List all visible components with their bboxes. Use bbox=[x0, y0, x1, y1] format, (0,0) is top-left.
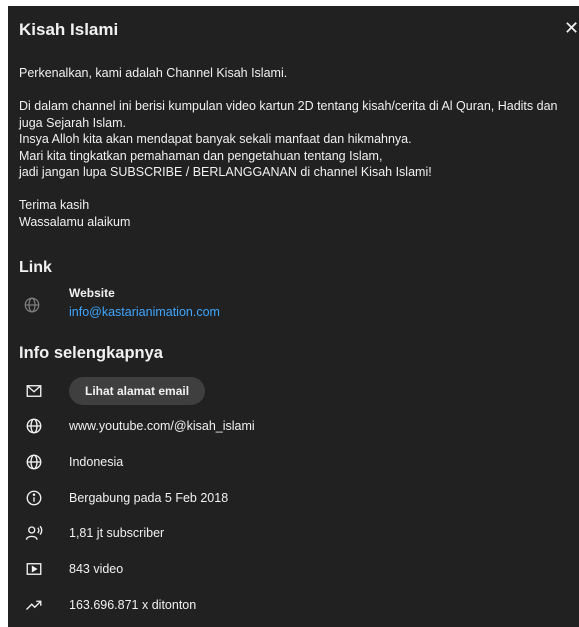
info-row-email: Lihat alamat email bbox=[19, 377, 559, 405]
website-link[interactable]: info@kastarianimation.com bbox=[69, 305, 220, 319]
view-count: 163.696.871 x ditonton bbox=[69, 598, 197, 612]
channel-url[interactable]: www.youtube.com/@kisah_islami bbox=[69, 419, 255, 433]
dialog-title: Kisah Islami bbox=[19, 20, 119, 39]
globe-icon bbox=[25, 453, 43, 471]
globe-icon bbox=[23, 296, 41, 314]
description-line: Di dalam channel ini berisi kumpulan vid… bbox=[19, 99, 561, 130]
view-email-button[interactable]: Lihat alamat email bbox=[69, 377, 206, 405]
info-row-subscribers: 1,81 jt subscriber bbox=[19, 519, 559, 547]
globe-icon bbox=[25, 417, 43, 435]
info-heading: Info selengkapnya bbox=[19, 344, 163, 362]
info-row-videos: 843 video bbox=[19, 555, 559, 583]
info-row-country: Indonesia bbox=[19, 448, 559, 476]
trending-icon bbox=[25, 596, 43, 614]
link-item-website: Website info@kastarianimation.com bbox=[19, 284, 559, 324]
description-line: Perkenalkan, kami adalah Channel Kisah I… bbox=[19, 66, 288, 80]
description-line: Wassalamu alaikum bbox=[19, 214, 131, 229]
video-icon bbox=[25, 560, 43, 578]
description-line: jadi jangan lupa SUBSCRIBE / BERLANGGANA… bbox=[19, 165, 432, 179]
description-line: Insya Alloh kita akan mendapat banyak se… bbox=[19, 132, 412, 146]
description-gap bbox=[19, 181, 574, 198]
joined-date: Bergabung pada 5 Feb 2018 bbox=[69, 491, 229, 505]
info-row-joined: Bergabung pada 5 Feb 2018 bbox=[19, 484, 559, 512]
subscriber-icon bbox=[25, 524, 43, 542]
description-gap bbox=[19, 82, 574, 99]
subscriber-count: 1,81 jt subscriber bbox=[69, 526, 165, 540]
info-row-channel-url: www.youtube.com/@kisah_islami bbox=[19, 412, 559, 440]
channel-description: Perkenalkan, kami adalah Channel Kisah I… bbox=[19, 65, 574, 230]
video-count: 843 video bbox=[69, 562, 124, 576]
about-dialog: Kisah Islami ✕ Perkenalkan, kami adalah … bbox=[8, 6, 579, 627]
description-line: Mari kita tingkatkan pemahaman dan penge… bbox=[19, 148, 383, 163]
info-row-views: 163.696.871 x ditonton bbox=[19, 591, 559, 619]
country-text: Indonesia bbox=[69, 455, 124, 469]
mail-icon bbox=[25, 382, 43, 400]
description-line: Terima kasih bbox=[19, 198, 90, 212]
info-icon bbox=[25, 489, 43, 507]
links-heading: Link bbox=[19, 259, 52, 276]
link-name: Website bbox=[69, 286, 115, 300]
close-icon[interactable]: ✕ bbox=[564, 18, 579, 38]
